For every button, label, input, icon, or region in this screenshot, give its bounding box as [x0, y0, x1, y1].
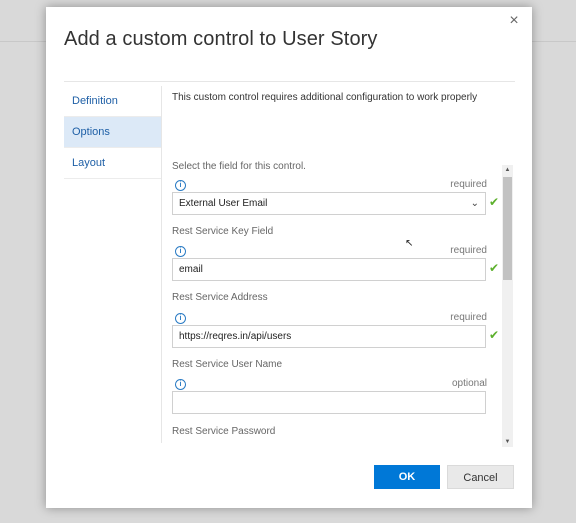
ok-button[interactable]: OK	[374, 465, 440, 489]
info-icon[interactable]: i	[175, 246, 186, 257]
chevron-down-icon: ⌄	[470, 198, 479, 209]
close-icon[interactable]: ×	[506, 13, 522, 29]
mouse-cursor-icon: ↖	[405, 238, 414, 249]
field-select-label: Select the field for this control.	[172, 161, 306, 172]
user-name-input[interactable]	[172, 391, 486, 414]
header-divider	[64, 81, 515, 82]
key-field-label: Rest Service Key Field	[172, 226, 274, 237]
optional-indicator: optional	[451, 378, 487, 389]
password-label: Rest Service Password	[172, 426, 276, 437]
service-address-label: Rest Service Address	[172, 292, 268, 303]
service-address-input[interactable]: https://reqres.in/api/users	[172, 325, 486, 348]
check-icon: ✔	[489, 261, 500, 275]
options-panel: This custom control requires additional …	[162, 86, 514, 443]
add-custom-control-dialog: × Add a custom control to User Story Def…	[46, 7, 532, 508]
field-select-value: External User Email	[179, 198, 268, 209]
dialog-nav: Definition Options Layout	[64, 86, 162, 443]
field-select-dropdown[interactable]: External User Email ⌄	[172, 192, 486, 215]
form-scrollbar[interactable]: ▲ ▼	[502, 165, 513, 447]
scroll-thumb[interactable]	[503, 177, 512, 280]
info-icon[interactable]: i	[175, 379, 186, 390]
nav-item-layout[interactable]: Layout	[64, 148, 161, 179]
cancel-button[interactable]: Cancel	[447, 465, 514, 489]
dialog-title: Add a custom control to User Story	[64, 28, 378, 50]
required-indicator: required	[450, 245, 487, 256]
configuration-notice: This custom control requires additional …	[172, 92, 478, 103]
required-indicator: required	[450, 312, 487, 323]
nav-item-options[interactable]: Options	[64, 117, 161, 148]
check-icon: ✔	[489, 328, 500, 342]
user-name-label: Rest Service User Name	[172, 359, 283, 370]
scroll-up-arrow-icon[interactable]: ▲	[502, 165, 513, 175]
check-icon: ✔	[489, 195, 500, 209]
required-indicator: required	[450, 179, 487, 190]
key-field-input[interactable]: email	[172, 258, 486, 281]
info-icon[interactable]: i	[175, 180, 186, 191]
scroll-down-arrow-icon[interactable]: ▼	[502, 437, 513, 447]
info-icon[interactable]: i	[175, 313, 186, 324]
nav-item-definition[interactable]: Definition	[64, 86, 161, 117]
